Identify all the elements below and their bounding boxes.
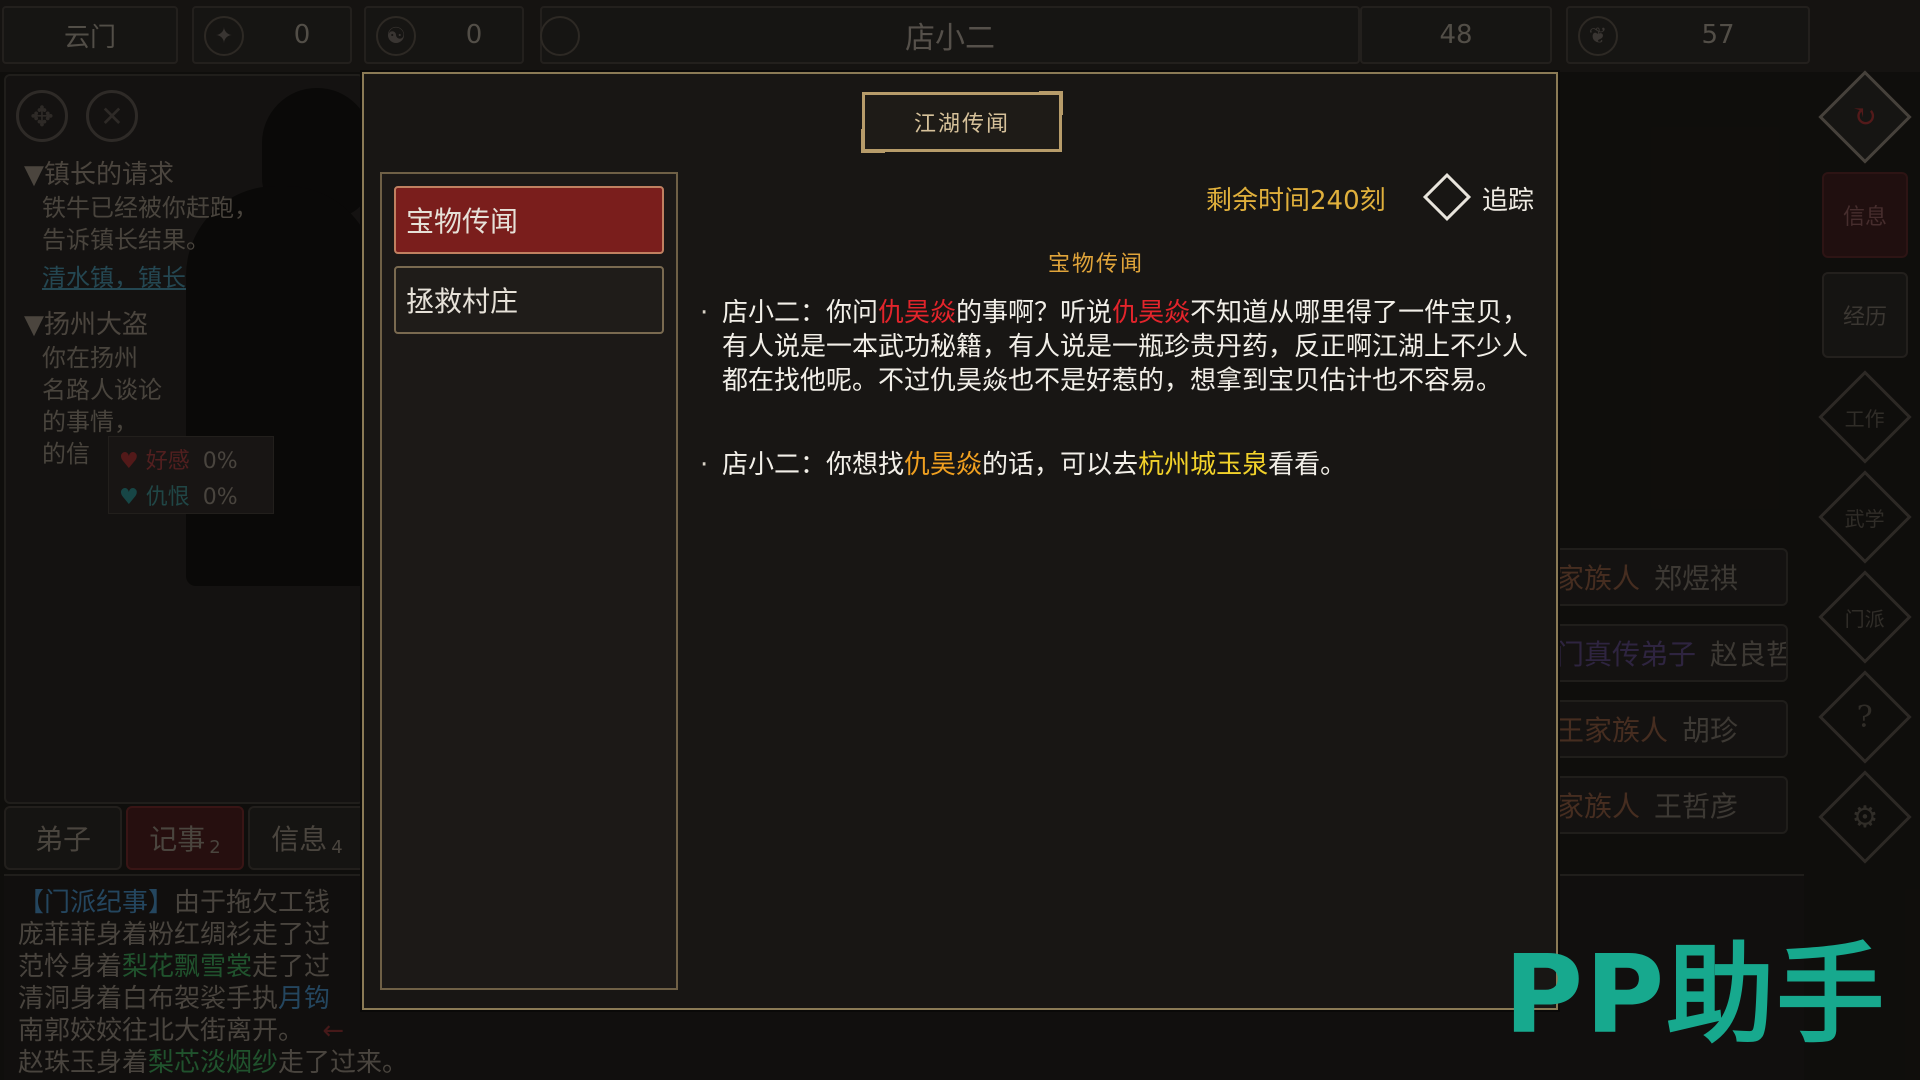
highlight-location[interactable]: 杭州城玉泉 [1138, 450, 1268, 480]
speaker: 店小二： [722, 450, 827, 480]
rumor-tab-treasure[interactable]: 宝物传闻 [394, 186, 664, 254]
knot-ornament-icon [1039, 91, 1063, 115]
track-label[interactable]: 追踪 [1482, 180, 1534, 217]
rumor-tab-village[interactable]: 拯救村庄 [394, 266, 664, 334]
watermark-logo: PP助手 [1504, 933, 1887, 1058]
highlight-target-name: 仇昊焱 [904, 450, 983, 480]
rumor-tab-label: 宝物传闻 [406, 205, 519, 238]
knot-ornament-icon [861, 129, 885, 153]
dialogue-entry: · 店小二：你问仇昊焱的事啊？听说仇昊焱不知道从哪里得了一件宝贝，有人说是一本武… [700, 296, 1540, 398]
dialogue-text: 的话，可以去 [982, 450, 1139, 480]
dialogue-text: 你问 [826, 298, 879, 328]
bullet-icon: · [700, 298, 709, 328]
track-checkbox[interactable] [1422, 172, 1472, 222]
rumor-list: 宝物传闻 拯救村庄 [380, 172, 678, 990]
dialogue-text: 的事啊？听说 [956, 298, 1113, 328]
rumor-tab-label: 拯救村庄 [406, 285, 519, 318]
dialogue-text: 你想找 [826, 450, 905, 480]
rumors-dialog: 江湖传闻 宝物传闻 拯救村庄 剩余时间240刻 追踪 宝物传闻 · 店小二：你问… [362, 72, 1558, 1010]
highlight-npc-name: 仇昊焱 [878, 298, 957, 328]
dialog-title: 江湖传闻 [913, 112, 1010, 137]
bullet-icon: · [700, 450, 709, 480]
dialogue-entry: · 店小二：你想找仇昊焱的话，可以去杭州城玉泉看看。 [700, 448, 1540, 482]
remaining-time: 剩余时间240刻 [1206, 186, 1386, 216]
highlight-npc-name: 仇昊焱 [1112, 298, 1191, 328]
speaker: 店小二： [722, 298, 827, 328]
dialog-title-plaque: 江湖传闻 [861, 91, 1063, 153]
rumor-content-title: 宝物传闻 [1048, 252, 1145, 277]
dialogue-text: 看看。 [1268, 450, 1347, 480]
